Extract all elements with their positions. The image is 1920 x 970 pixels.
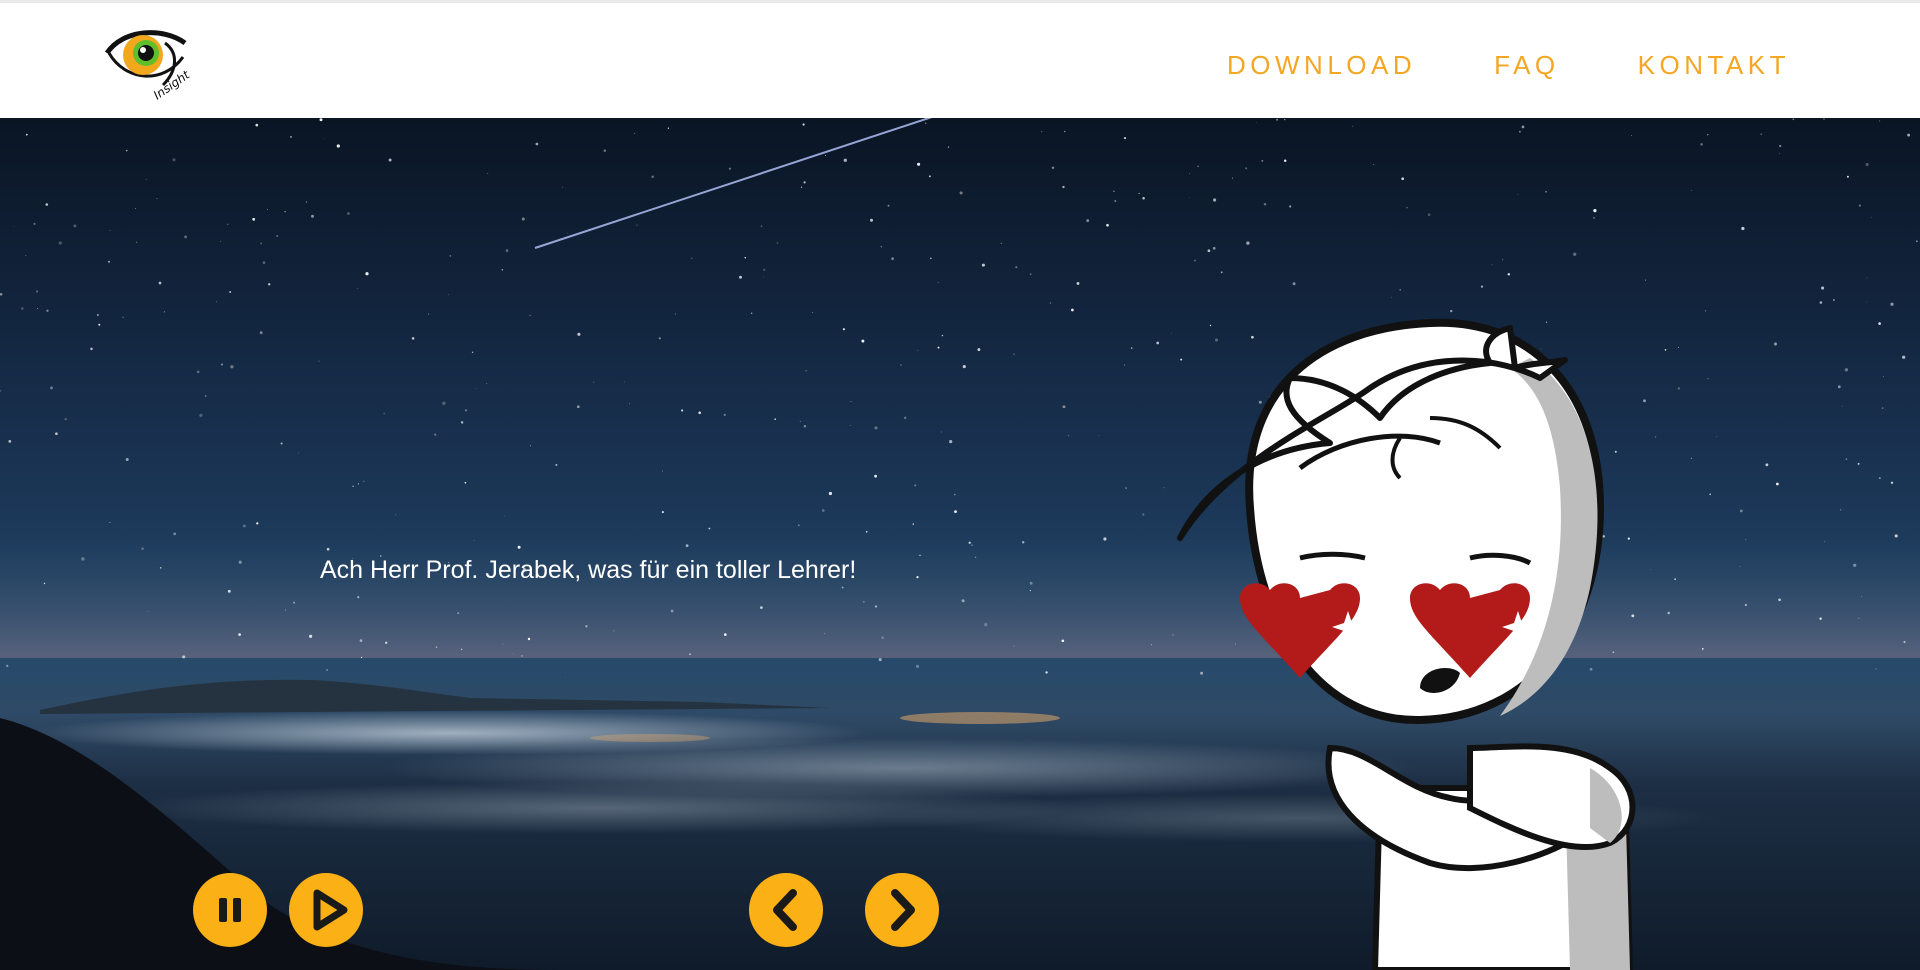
previous-button[interactable] — [749, 873, 823, 947]
pause-button[interactable] — [193, 873, 267, 947]
nav-download[interactable]: DOWNLOAD — [1227, 50, 1416, 81]
play-button[interactable] — [289, 873, 363, 947]
logo[interactable]: Insight — [103, 23, 193, 103]
pause-icon — [219, 898, 241, 922]
main-nav: DOWNLOAD FAQ KONTAKT — [1227, 50, 1790, 81]
chevron-left-icon — [773, 889, 797, 931]
nav-kontakt[interactable]: KONTAKT — [1638, 50, 1790, 81]
shooting-star — [534, 118, 933, 249]
site-header: Insight DOWNLOAD FAQ KONTAKT — [0, 3, 1920, 118]
play-icon — [313, 889, 348, 931]
eye-logo-icon: Insight — [104, 30, 193, 102]
hero-stage: Ach Herr Prof. Jerabek, was für ein toll… — [0, 118, 1920, 970]
next-button[interactable] — [865, 873, 939, 947]
dialogue-caption: Ach Herr Prof. Jerabek, was für ein toll… — [320, 556, 857, 584]
cartoon-character-heart-eyes-icon — [1177, 318, 1636, 970]
chevron-right-icon — [891, 889, 915, 931]
nav-faq[interactable]: FAQ — [1494, 50, 1560, 81]
